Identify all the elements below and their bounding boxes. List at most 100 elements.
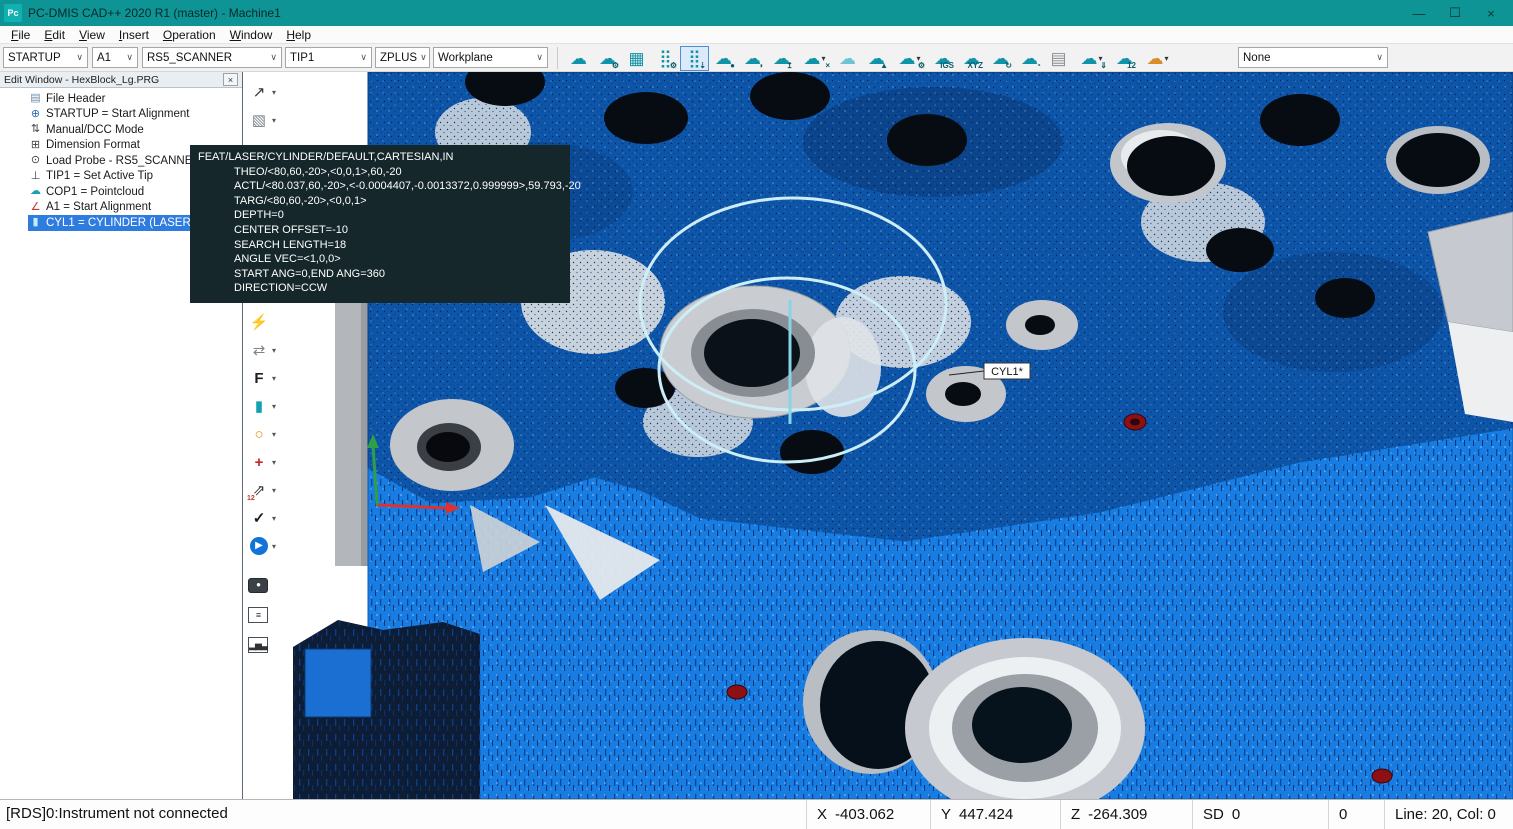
line-col-field: Line: 20, Col: 0 <box>1384 800 1513 829</box>
move-origin-icon[interactable]: +▾ <box>246 448 292 476</box>
tooltip-line: CENTER OFFSET=-10 <box>198 223 562 238</box>
feature-control-icon[interactable]: F▾ <box>246 364 292 392</box>
counter-field: 0 <box>1328 800 1372 829</box>
probe-icon: ⊙ <box>28 155 43 166</box>
cloud-color-icon[interactable]: ☁▾ <box>1139 46 1176 71</box>
title-bar: Pc PC-DMIS CAD++ 2020 R1 (master) - Mach… <box>0 0 1513 26</box>
cloud-tree-icon[interactable]: ☁▲ <box>862 46 891 71</box>
mesh-icon[interactable]: ▦ <box>622 46 651 71</box>
dropdown-arrow-icon: ▾ <box>1164 54 1168 63</box>
chevron-down-icon: ∨ <box>533 52 543 63</box>
chevron-down-icon: ∨ <box>357 52 367 63</box>
dropdown-arrow-icon: ▾ <box>272 514 276 523</box>
cloud-igs-export-icon[interactable]: ☁IGS <box>928 46 957 71</box>
menu-file[interactable]: File <box>4 28 37 42</box>
transform-icon[interactable]: ⇄▾ <box>246 336 292 364</box>
cloud-delete-icon[interactable]: ☁×▾ <box>796 46 833 71</box>
tree-item-tip1[interactable]: ⊥TIP1 = Set Active Tip <box>28 169 156 185</box>
dropdown-arrow-icon: ▾ <box>272 374 276 383</box>
cloud-operator-icon[interactable]: ☁⚙▾ <box>891 46 928 71</box>
tip-icon: ⊥ <box>28 171 43 182</box>
cloud-download-icon[interactable]: ☁⇓▾ <box>1073 46 1110 71</box>
tree-item-dimension-format[interactable]: ⊞Dimension Format <box>28 138 143 154</box>
confirm-icon[interactable]: ✓▾ <box>246 504 292 532</box>
menu-operation[interactable]: Operation <box>156 28 223 42</box>
cylinder-feature-icon[interactable]: ▮▾ <box>246 392 292 420</box>
toolbar-gap <box>246 560 292 570</box>
close-icon[interactable]: × <box>223 73 238 86</box>
tree-item-manual-dcc[interactable]: ⇅Manual/DCC Mode <box>28 122 147 138</box>
cloud-sync-icon[interactable]: ☁↻ <box>986 46 1015 71</box>
menu-edit[interactable]: Edit <box>37 28 72 42</box>
report-chart-icon[interactable]: ▂▅▃ <box>246 630 292 660</box>
cloud-split-icon[interactable]: ☁◗ <box>738 46 767 71</box>
vector-toggle-icon[interactable]: ⇗12▾ <box>246 476 292 504</box>
tree-item-a1[interactable]: ∠A1 = Start Alignment <box>28 200 154 216</box>
menu-insert[interactable]: Insert <box>112 28 156 42</box>
main-toolbar: STARTUP∨ A1∨ RS5_SCANNER∨ TIP1∨ ZPLUS∨ W… <box>0 44 1513 72</box>
x-coordinate: X -403.062 <box>806 800 924 829</box>
alignment-combo[interactable]: STARTUP∨ <box>3 47 88 68</box>
y-coordinate: Y 447.424 <box>930 800 1048 829</box>
z-coordinate: Z -264.309 <box>1060 800 1182 829</box>
menu-help[interactable]: Help <box>279 28 318 42</box>
cloud-extract-icon[interactable]: ☁↥ <box>767 46 796 71</box>
tooltip-line: FEAT/LASER/CYLINDER/DEFAULT,CARTESIAN,IN <box>198 150 562 165</box>
view-cube-icon[interactable]: ▧▾ <box>246 106 292 134</box>
dropdown-arrow-icon: ▾ <box>272 116 276 125</box>
tooltip-line: THEO/<80,60,-20>,<0,0,1>,60,-20 <box>198 165 562 180</box>
tree-item-load-probe[interactable]: ⊙Load Probe - RS5_SCANNER <box>28 153 204 169</box>
dropdown-arrow-icon: ▾ <box>272 486 276 495</box>
app-window: Pc PC-DMIS CAD++ 2020 R1 (master) - Mach… <box>0 0 1513 829</box>
quick-feature-icon[interactable]: ⚡ <box>246 308 292 336</box>
tip-combo[interactable]: TIP1∨ <box>285 47 372 68</box>
point-select-icon[interactable]: ⣿⇣ <box>680 46 709 71</box>
window-title: PC-DMIS CAD++ 2020 R1 (master) - Machine… <box>28 6 281 20</box>
polygon-feature-icon[interactable]: ○▾ <box>246 420 292 448</box>
sd-value: 0 <box>1232 806 1240 823</box>
probe-mode-icon[interactable]: ↗▾ <box>246 78 292 106</box>
sd-label: SD <box>1203 806 1224 823</box>
tree-item-cop1[interactable]: ☁COP1 = Pointcloud <box>28 184 147 200</box>
workplane-combo[interactable]: ZPLUS∨ <box>375 47 430 68</box>
cloud-xyz-export-icon[interactable]: ☁XYZ <box>957 46 986 71</box>
tooltip-line: ANGLE VEC=<1,0,0> <box>198 252 562 267</box>
chevron-down-icon: ∨ <box>417 52 427 63</box>
menu-window[interactable]: Window <box>223 28 280 42</box>
colormap-icon[interactable]: ▤ <box>1044 46 1073 71</box>
close-button[interactable]: × <box>1473 1 1509 25</box>
maximize-button[interactable]: ☐ <box>1437 1 1473 25</box>
sd-field: SD 0 <box>1192 800 1282 829</box>
cloud-drop-icon[interactable]: ☁● <box>709 46 738 71</box>
file-header-icon: ▤ <box>28 93 43 104</box>
cloud-clock-icon[interactable]: ☁◔ <box>1015 46 1044 71</box>
z-value: -264.309 <box>1088 806 1147 823</box>
window-controls: — ☐ × <box>1401 1 1509 25</box>
dropdown-arrow-icon: ▾ <box>272 402 276 411</box>
cylinder-icon: ▮ <box>28 217 43 228</box>
dropdown-arrow-icon: ▾ <box>272 88 276 97</box>
pointcloud-settings-icon[interactable]: ☁⚙ <box>593 46 622 71</box>
edit-window-header[interactable]: Edit Window - HexBlock_Lg.PRG × <box>0 72 242 88</box>
probe-combo[interactable]: RS5_SCANNER∨ <box>142 47 282 68</box>
dropdown-arrow-icon: ▾ <box>272 458 276 467</box>
execute-icon[interactable]: ▶▾ <box>246 532 292 560</box>
camera-icon[interactable]: ● <box>246 570 292 600</box>
point-filter-icon[interactable]: ⣿⚙ <box>651 46 680 71</box>
tree-item-file-header[interactable]: ▤File Header <box>28 91 108 107</box>
tooltip-line: TARG/<80,60,-20>,<0,0,1> <box>198 194 562 209</box>
cloud-12-icon[interactable]: ☁12 <box>1110 46 1139 71</box>
probe-toolbox-combo[interactable]: None∨ <box>1238 47 1388 68</box>
report-snapshot-icon[interactable]: ≡ <box>246 600 292 630</box>
tree-item-cyl1[interactable]: ▮CYL1 = CYLINDER (LASER) <box>28 215 198 231</box>
app-logo: Pc <box>4 4 22 22</box>
minimize-button[interactable]: — <box>1401 1 1437 25</box>
menu-view[interactable]: View <box>72 28 112 42</box>
pointcloud-icon[interactable]: ☁ <box>564 46 593 71</box>
tree-item-startup[interactable]: ⊕STARTUP = Start Alignment <box>28 107 193 123</box>
model-shadow-block <box>293 620 480 799</box>
view-combo[interactable]: Workplane∨ <box>433 47 548 68</box>
active-alignment-combo[interactable]: A1∨ <box>92 47 138 68</box>
cloud-outline-icon[interactable]: ☁ <box>833 46 862 71</box>
toolbar-separator <box>557 47 558 69</box>
